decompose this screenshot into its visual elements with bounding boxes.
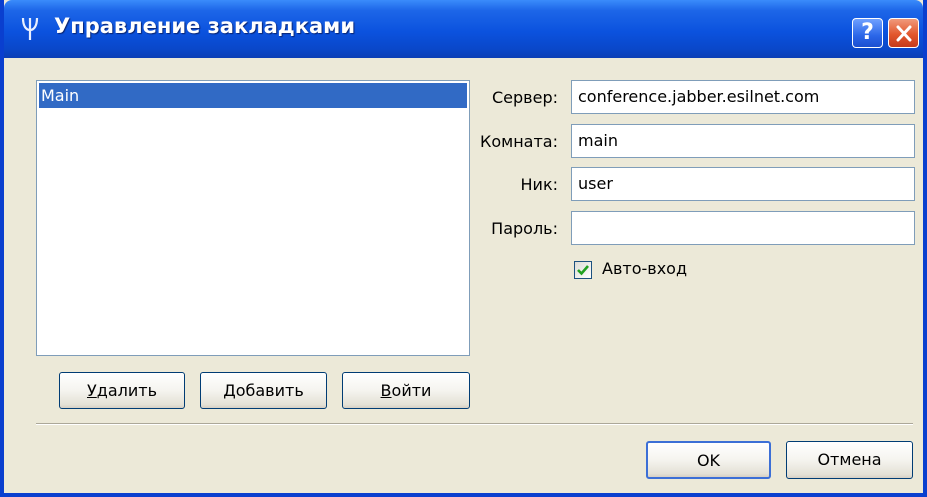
join-button[interactable]: Войти — [342, 372, 470, 409]
room-label: Комната: — [480, 132, 558, 151]
password-input[interactable] — [571, 211, 915, 245]
autojoin-label[interactable]: Авто-вход — [602, 259, 687, 278]
join-label: ойти — [391, 381, 432, 400]
server-label: Сервер: — [492, 88, 558, 107]
add-button[interactable]: Добавить — [200, 372, 327, 409]
title-bar[interactable]: Управление закладками ? — [4, 0, 923, 58]
password-label: Пароль: — [491, 219, 558, 238]
join-accel: В — [380, 381, 392, 400]
nick-input[interactable]: user — [571, 167, 915, 201]
bookmark-list[interactable]: Main — [36, 80, 470, 356]
help-button[interactable]: ? — [852, 18, 883, 48]
checkmark-icon — [577, 265, 589, 276]
room-input[interactable]: main — [571, 124, 915, 158]
help-icon: ? — [861, 20, 874, 45]
cancel-button[interactable]: Отмена — [786, 441, 913, 479]
autojoin-checkbox[interactable] — [574, 261, 592, 279]
delete-accel: У — [87, 381, 97, 400]
separator — [36, 423, 913, 425]
nick-label: Ник: — [520, 175, 558, 194]
psi-app-icon — [20, 16, 40, 42]
window-title: Управление закладками — [54, 14, 356, 38]
delete-button[interactable]: Удалить — [59, 372, 185, 409]
close-icon — [896, 25, 912, 42]
delete-label: далить — [96, 381, 157, 400]
close-button[interactable] — [888, 18, 919, 48]
server-input[interactable]: conference.jabber.esilnet.com — [571, 80, 915, 114]
add-label: обавить — [235, 381, 304, 400]
add-accel: Д — [223, 381, 236, 400]
bookmark-manager-dialog: Управление закладками ? Main Удалить Доб… — [0, 0, 927, 497]
ok-button[interactable]: OK — [646, 441, 771, 479]
